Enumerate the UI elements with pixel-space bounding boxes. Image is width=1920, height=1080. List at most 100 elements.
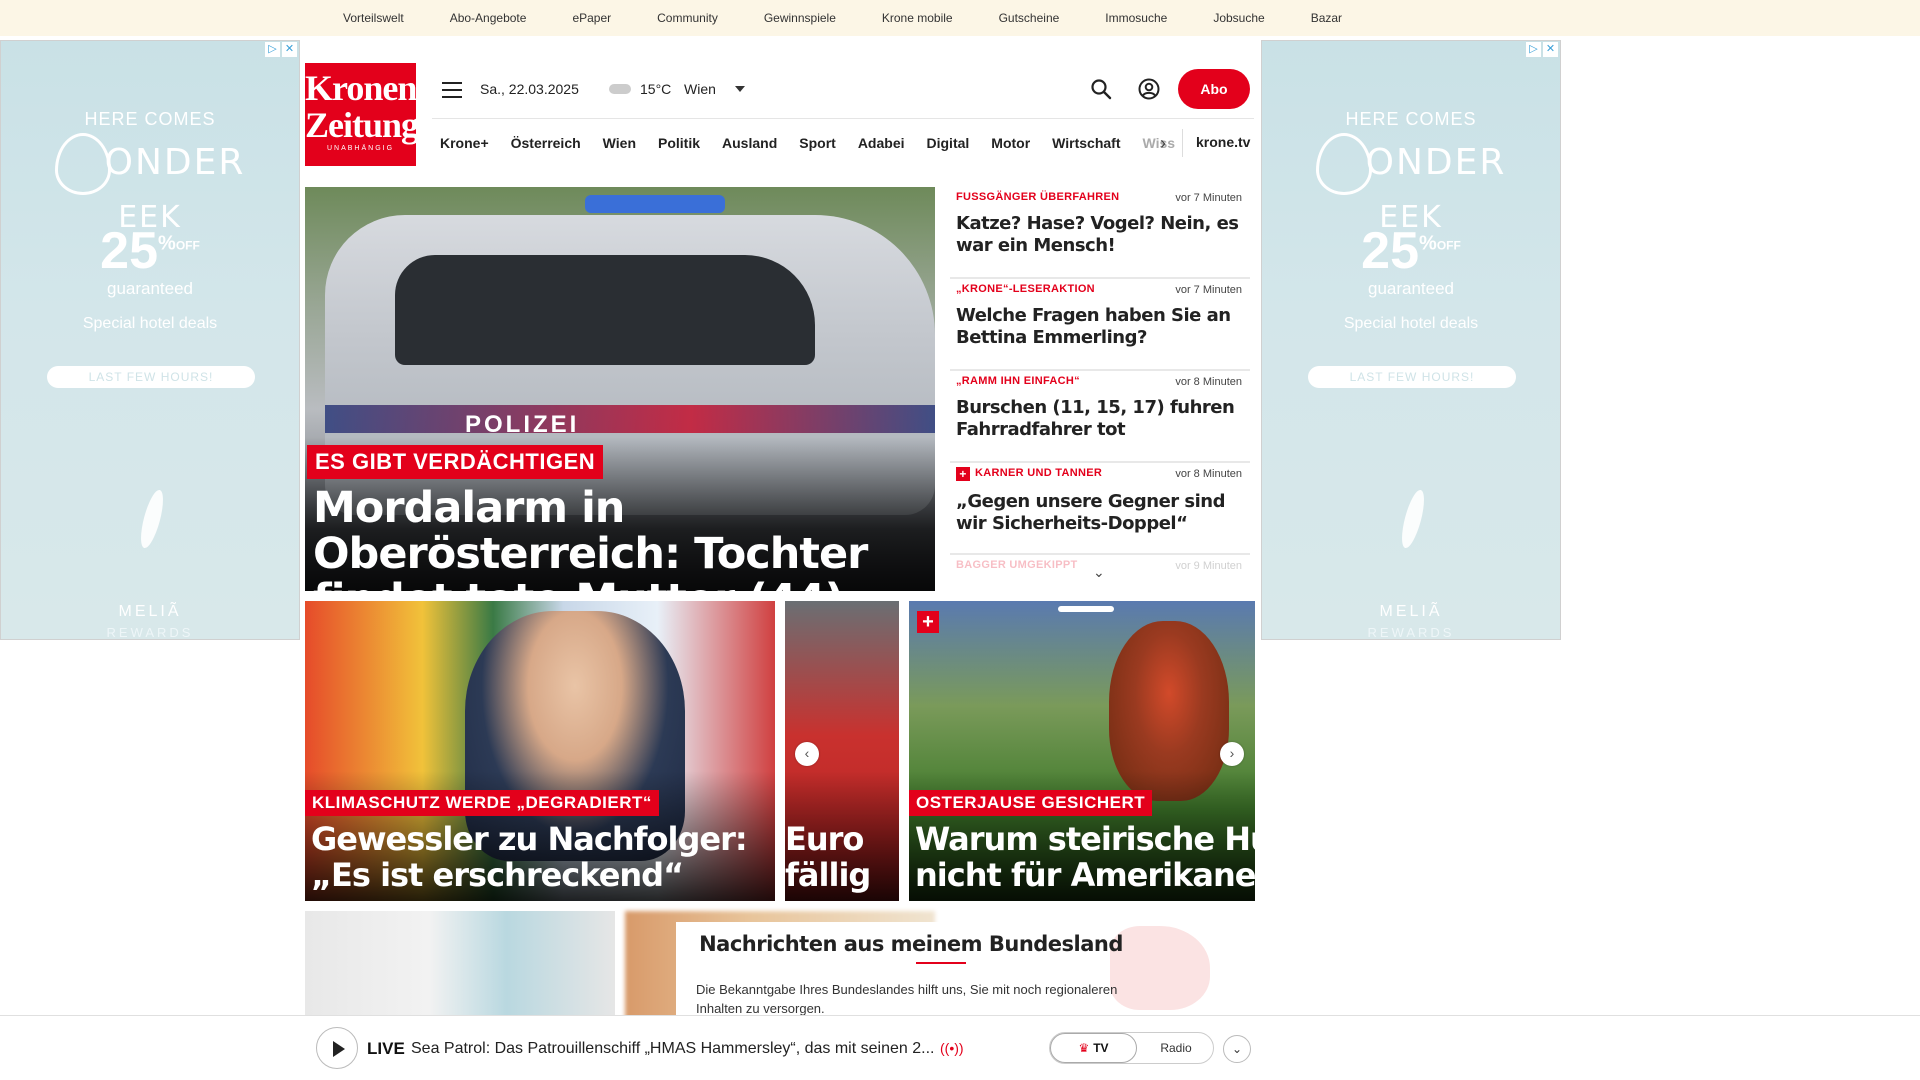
chevron-right-icon[interactable]: › [1220,742,1244,766]
nav-divider [1182,129,1183,157]
current-date: Sa., 22.03.2025 [480,81,579,97]
nav-item-wien[interactable]: Wien [603,135,636,151]
bundesland-text: Die Bekanntgabe Ihres Bundeslandes hilft… [696,982,1118,1016]
nav-item-krone-tv[interactable]: krone.tv [1196,134,1250,150]
news-headline[interactable]: Welche Fragen haben Sie an Bettina Emmer… [956,305,1250,349]
top-utility-bar: Vorteilswelt Abo-Angebote ePaper Communi… [0,0,1920,36]
news-item[interactable]: FUSSGÄNGER ÜBERFAHREN vor 7 Minuten Katz… [950,187,1250,279]
play-button[interactable] [316,1027,358,1069]
topbar-link-krone-mobile[interactable]: Krone mobile [882,11,953,25]
card-kicker: OSTERJAUSE GESICHERT [909,790,1153,816]
ad-discount: 25%OFF [1361,222,1461,280]
carousel-card[interactable]: + OSTERJAUSE GESICHERT Warum steirische … [909,601,1255,901]
carousel-indicator[interactable] [1058,606,1114,612]
topbar-link-jobsuche[interactable]: Jobsuche [1213,11,1264,25]
nav-item-wirtschaft[interactable]: Wirtschaft [1052,135,1120,151]
hero-article[interactable]: POLIZEI ES GIBT VERDÄCHTIGEN Mordalarm i… [305,187,935,591]
card-kicker: KLIMASCHUTZ WERDE „DEGRADIERT“ [305,790,659,816]
ad-brand: MELIÃ [118,603,182,620]
news-time: vor 8 Minuten [1175,468,1242,480]
topbar-link-vorteilswelt[interactable]: Vorteilswelt [343,11,404,25]
chevron-left-icon[interactable]: ‹ [795,742,819,766]
heart-icon [54,133,111,195]
news-headline[interactable]: Katze? Hase? Vogel? Nein, es war ein Men… [956,213,1250,257]
hero-headline[interactable]: Mordalarm in Oberösterreich: Tochter fin… [313,485,923,591]
radio-tab[interactable]: Radio [1146,1033,1206,1063]
ad-guaranteed: guaranteed [1367,279,1455,298]
topbar-link-community[interactable]: Community [657,11,718,25]
menu-icon[interactable] [442,82,462,98]
heart-icon [1315,133,1372,195]
nav-item-adabei[interactable]: Adabei [858,135,905,151]
latest-news-list: FUSSGÄNGER ÜBERFAHREN vor 7 Minuten Katz… [950,187,1250,577]
nav-item-politik[interactable]: Politik [658,135,700,151]
topbar-link-epaper[interactable]: ePaper [572,11,611,25]
kronen-zeitung-logo[interactable]: Kronen Zeitung UNABHÄNGIG [305,63,419,166]
right-skyscraper-ad[interactable]: ▷ ✕ HERE COMES ONDER EEK 25%OFF guarantee… [1261,40,1561,640]
news-headline[interactable]: Burschen (11, 15, 17) fuhren Fahrradfahr… [956,397,1250,441]
nav-item-sport[interactable]: Sport [799,135,836,151]
chevron-down-icon[interactable] [735,86,745,92]
carousel-card[interactable]: KLIMASCHUTZ WERDE „DEGRADIERT“ Gewessler… [305,601,775,901]
ad-deals: Special hotel deals [82,315,218,332]
news-item[interactable]: „KRONE“-LESERAKTION vor 7 Minuten Welche… [950,279,1250,371]
ad-deals: Special hotel deals [1343,315,1479,332]
news-time: vor 7 Minuten [1175,192,1242,204]
abo-button[interactable]: Abo [1178,69,1250,109]
nav-item-oesterreich[interactable]: Österreich [511,135,581,151]
play-icon [333,1041,345,1057]
ad-headline: HERE COMES [84,109,216,129]
topbar-link-gewinnspiele[interactable]: Gewinnspiele [764,11,836,25]
ad-info-icon[interactable]: ▷ [1526,42,1541,57]
tv-tab[interactable]: ♛ TV [1050,1033,1137,1063]
left-skyscraper-ad[interactable]: ▷ ✕ HERE COMES ONDER EEK 25%OFF guarantee… [0,40,300,640]
hero-kicker: ES GIBT VERDÄCHTIGEN [307,445,604,479]
ad-controls: ▷ ✕ [265,42,297,57]
news-time: vor 8 Minuten [1175,376,1242,388]
chevron-down-icon[interactable]: ⌄ [1223,1035,1251,1063]
news-time: vor 7 Minuten [1175,284,1242,296]
nav-item-wissen[interactable]: Wiss [1143,135,1176,151]
feather-icon [136,487,168,551]
krone-plus-icon: + [956,467,970,481]
temperature: 15°C [640,81,672,97]
city-selector[interactable]: Wien [684,81,716,97]
tv-radio-toggle: ♛ TV Radio [1049,1032,1214,1064]
nav-item-ausland[interactable]: Ausland [722,135,777,151]
broadcast-icon: ((•)) [940,1040,964,1056]
bundesland-title: Nachrichten aus meinem Bundesland [699,932,1123,956]
cloud-icon [609,84,631,94]
chevron-right-icon[interactable]: › [1160,133,1166,154]
ad-brand-sub: REWARDS [106,625,194,640]
ad-guaranteed: guaranteed [106,279,194,298]
ad-close-icon[interactable]: ✕ [1543,42,1558,57]
ad-close-icon[interactable]: ✕ [282,42,297,57]
news-headline[interactable]: „Gegen unsere Gegner sind wir Sicherheit… [956,491,1250,535]
ad-cta-button[interactable]: LAST FEW HOURS! [47,366,255,388]
topbar-link-gutscheine[interactable]: Gutscheine [999,11,1060,25]
krone-plus-icon: + [917,611,939,633]
topbar-link-immosuche[interactable]: Immosuche [1105,11,1167,25]
nav-item-digital[interactable]: Digital [927,135,970,151]
ad-cta-button[interactable]: LAST FEW HOURS! [1308,366,1516,388]
crown-icon: ♛ [1078,1041,1090,1055]
hero-image-text: POLIZEI [465,411,580,438]
live-label: LIVE [367,1039,405,1058]
ad-info-icon[interactable]: ▷ [265,42,280,57]
live-player-bar: LIVE Sea Patrol: Das Patrouillenschiff „… [0,1015,1920,1080]
topbar-link-bazar[interactable]: Bazar [1311,11,1342,25]
nav-item-kroneplus[interactable]: Krone+ [440,135,489,151]
live-program-title[interactable]: Sea Patrol: Das Patrouillenschiff „HMAS … [411,1040,934,1058]
topbar-link-abo-angebote[interactable]: Abo-Angebote [450,11,527,25]
ad-brand-sub: REWARDS [1367,625,1455,640]
chevron-down-icon[interactable]: ⌄ [1093,564,1105,581]
card-headline[interactable]: Euro fällig [785,821,871,893]
news-item[interactable]: „RAMM IHN EINFACH“ vor 8 Minuten Bursche… [950,371,1250,463]
news-item[interactable]: + KARNER UND TANNER vor 8 Minuten „Gegen … [950,463,1250,555]
card-headline[interactable]: Warum steirische Hühnnicht für Amerikane… [915,821,1255,893]
article-thumbnail[interactable] [305,911,615,1021]
card-headline[interactable]: Gewessler zu Nachfolger: „Es ist erschrec… [311,821,748,893]
search-icon[interactable] [1090,78,1112,100]
account-icon[interactable] [1138,78,1160,100]
nav-item-motor[interactable]: Motor [991,135,1030,151]
